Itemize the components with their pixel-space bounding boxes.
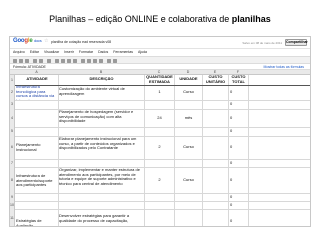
print-icon[interactable] (13, 59, 17, 63)
wrap-icon[interactable] (99, 59, 103, 63)
menu-ajuda[interactable]: Ajuda (138, 49, 147, 56)
row-number[interactable]: 11 (10, 209, 15, 226)
grid-line (15, 127, 310, 128)
row-number[interactable]: 4 (10, 109, 15, 127)
header-custo-unitario[interactable]: CUSTO UNITÁRIO (203, 75, 228, 84)
cell-quantidade[interactable]: 1 (145, 90, 174, 95)
cell-custo-total[interactable]: 0 (230, 145, 248, 150)
toolbar (10, 56, 310, 64)
spreadsheet-grid: 1 2 3 4 5 6 7 8 9 10 11 ATIVIDADE DESCRI… (10, 75, 310, 226)
row-number[interactable]: 7 (10, 159, 15, 167)
grid-line (202, 75, 203, 226)
currency-format-icon[interactable] (33, 59, 37, 63)
row-number[interactable]: 9 (10, 193, 15, 201)
cell-custo-total[interactable]: 0 (230, 90, 248, 95)
grid-line (15, 201, 310, 202)
cell-custo-total[interactable]: 0 (230, 129, 248, 134)
sum-icon[interactable] (113, 59, 117, 63)
cell-custo-total[interactable]: 0 (230, 219, 248, 224)
cell-atividade[interactable]: Infraestrutura tecnológica para cursos a… (16, 85, 58, 100)
cell-unidade[interactable]: Curso (175, 178, 202, 183)
slide-title-prefix: Planilhas (49, 14, 86, 24)
star-icon[interactable]: ☆ (44, 38, 48, 44)
percent-format-icon[interactable] (39, 59, 43, 63)
cell-descricao[interactable]: Planejamento de hospedagem (servidor e s… (59, 110, 144, 127)
cell-custo-total[interactable]: 0 (230, 116, 248, 121)
undo-icon[interactable] (19, 59, 23, 63)
show-formulas-link[interactable]: Mostrar todas as fórmulas (264, 65, 304, 69)
cell-quantidade[interactable]: 24 (145, 116, 174, 121)
cell-descricao[interactable]: Customização do ambiente virtual de apre… (59, 87, 144, 96)
cell-custo-total[interactable]: 0 (230, 195, 248, 200)
app-topbar: Google docs ☆ planilha de cotação ead re… (10, 37, 310, 49)
header-quantidade[interactable]: QUANTIDADE ESTIMADA (145, 75, 174, 84)
cell-custo-total[interactable]: 0 (230, 102, 248, 107)
cell-quantidade[interactable]: 2 (145, 145, 174, 150)
cell-atividade[interactable]: Planejamento Instrucional (16, 143, 58, 152)
grid-line (144, 75, 145, 226)
header-descricao[interactable]: DESCRIÇÃO (59, 77, 144, 82)
row-number[interactable]: 6 (10, 136, 15, 159)
fill-color-icon[interactable] (73, 59, 77, 63)
menu-ferramentas[interactable]: Ferramentas (113, 49, 133, 56)
menu-inserir[interactable]: Inserir (64, 49, 74, 56)
saved-status: Salvo em 08 de maio de 2011 (242, 41, 282, 45)
grid-line (248, 75, 249, 226)
align-icon[interactable] (87, 59, 91, 63)
share-button[interactable]: Compartilhar (285, 39, 308, 46)
strikethrough-icon[interactable] (61, 59, 65, 63)
row-number[interactable]: 1 (10, 75, 15, 85)
header-unidade[interactable]: UNIDADE (175, 77, 202, 82)
google-docs-logo[interactable]: Google docs (13, 38, 42, 44)
slide-title-bold: planilhas (231, 14, 271, 24)
grid-line (15, 100, 310, 101)
cell-quantidade[interactable]: 2 (145, 178, 174, 183)
row-number[interactable]: 5 (10, 127, 15, 136)
row-number[interactable]: 10 (10, 201, 15, 209)
redo-icon[interactable] (25, 59, 29, 63)
document-title[interactable]: planilha de cotação ead reservada v08 (51, 40, 111, 44)
spreadsheet-screenshot: Google docs ☆ planilha de cotação ead re… (9, 36, 311, 227)
menu-formatar[interactable]: Formatar (79, 49, 93, 56)
grid-line (15, 209, 310, 210)
cell-descricao[interactable]: Desenvolver estratégias para garantir a … (59, 214, 144, 226)
grid-line (15, 193, 310, 194)
insert-icon[interactable] (107, 59, 111, 63)
cell-custo-total[interactable]: 0 (230, 161, 248, 166)
cell-custo-total[interactable]: 0 (230, 203, 248, 208)
slide-title: Planilhas – edição ONLINE e colaborativa… (0, 14, 320, 24)
row-number[interactable]: 3 (10, 100, 15, 109)
formula-input[interactable]: Fórmula: ATIVIDADE (13, 65, 46, 69)
menu-editar[interactable]: Editar (30, 49, 39, 56)
header-custo-total[interactable]: CUSTO TOTAL (229, 75, 248, 84)
menu-visualizar[interactable]: Visualizar (44, 49, 59, 56)
cell-custo-total[interactable]: 0 (230, 178, 248, 183)
cell-atividade[interactable]: Estratégias de Avaliação (16, 219, 58, 226)
grid-line (174, 75, 175, 226)
cell-unidade[interactable]: Curso (175, 90, 202, 95)
slide-title-separator: – edição ONLINE e colaborativa de (85, 14, 232, 24)
cell-unidade[interactable]: Curso (175, 145, 202, 150)
header-atividade[interactable]: ATIVIDADE (16, 77, 58, 82)
row-number[interactable]: 8 (10, 167, 15, 193)
menu-dados[interactable]: Dados (98, 49, 108, 56)
cell-atividade[interactable]: Infraestrutura de atendimento/suporte ao… (16, 174, 58, 192)
row-number[interactable]: 2 (10, 85, 15, 100)
cell-descricao[interactable]: Elaborar planejamento instrucional para … (59, 137, 144, 159)
grid-line (15, 159, 310, 160)
merge-icon[interactable] (93, 59, 97, 63)
borders-icon[interactable] (81, 59, 85, 63)
menu-bar: Arquivo Editar Visualizar Inserir Format… (10, 49, 310, 56)
bold-icon[interactable] (55, 59, 59, 63)
cell-descricao[interactable]: Organizar, implementar e manter estrutur… (59, 168, 144, 193)
font-size-icon[interactable] (47, 59, 51, 63)
grid-line (228, 75, 229, 226)
cell-unidade[interactable]: mês (175, 116, 202, 121)
menu-arquivo[interactable]: Arquivo (13, 49, 25, 56)
text-color-icon[interactable] (67, 59, 71, 63)
grid-line (15, 85, 310, 86)
